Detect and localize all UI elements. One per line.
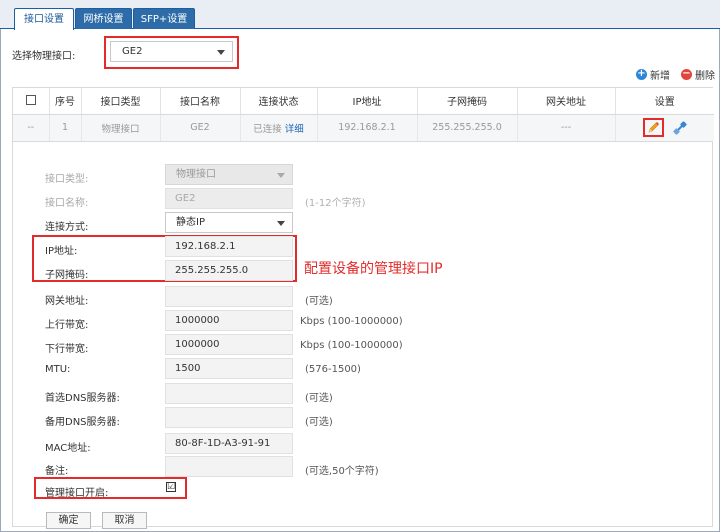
type-select-value: 物理接口	[176, 169, 216, 180]
note-label: 备注:	[45, 466, 69, 477]
port-select-label: 选择物理接口:	[12, 51, 76, 62]
chevron-down-icon	[277, 172, 285, 178]
add-button[interactable]: + 新增	[636, 67, 670, 82]
header-select-all[interactable]	[13, 88, 50, 115]
row-name: GE2	[160, 114, 241, 141]
ip-label: IP地址:	[45, 246, 78, 257]
down-bandwidth-label: 下行带宽:	[45, 344, 89, 355]
row-index: 1	[49, 114, 82, 141]
down-bandwidth-hint: Kbps (100-1000000)	[300, 340, 403, 351]
header-settings: 设置	[615, 88, 714, 115]
cancel-button[interactable]: 取消	[102, 512, 147, 529]
port-select[interactable]: GE2	[110, 41, 233, 62]
detail-link[interactable]: 详细	[285, 124, 304, 135]
chevron-down-icon	[277, 220, 285, 226]
note-hint: (可选,50个字符)	[305, 466, 379, 477]
down-bandwidth-field[interactable]: 1000000	[165, 334, 293, 355]
header-ip: IP地址	[317, 88, 418, 115]
pencil-icon	[648, 122, 659, 133]
tab-interface-settings[interactable]: 接口设置	[14, 8, 74, 30]
connect-icon[interactable]	[673, 121, 687, 135]
add-label: 新增	[650, 71, 670, 82]
mgmt-label: 管理接口开启:	[45, 488, 109, 499]
row-settings	[615, 114, 714, 141]
chevron-down-icon	[217, 49, 225, 55]
mask-field[interactable]: 255.255.255.0	[165, 260, 293, 281]
up-bandwidth-label: 上行带宽:	[45, 320, 89, 331]
name-label: 接口名称:	[45, 198, 89, 209]
row-type: 物理接口	[81, 114, 161, 141]
row-gateway: ---	[517, 114, 616, 141]
row-status-text: 已连接	[253, 123, 282, 135]
gateway-field[interactable]	[165, 286, 293, 307]
mtu-label: MTU:	[45, 364, 71, 375]
row-check: --	[13, 114, 50, 141]
interface-table: 序号 接口类型 接口名称 连接状态 IP地址 子网掩码 网关地址 设置 -- 1…	[12, 87, 714, 142]
name-field: GE2	[165, 188, 293, 209]
plus-icon: +	[636, 68, 647, 80]
edit-button[interactable]	[642, 118, 664, 138]
delete-label: 删除	[695, 71, 715, 82]
mask-label: 子网掩码:	[45, 270, 89, 281]
dns2-field[interactable]	[165, 407, 293, 428]
select-all-checkbox[interactable]	[25, 95, 36, 106]
mac-field[interactable]: 80-8F-1D-A3-91-91	[165, 433, 293, 454]
tab-bridge-settings[interactable]: 网桥设置	[75, 8, 132, 29]
up-bandwidth-field[interactable]: 1000000	[165, 310, 293, 331]
table-row: -- 1 物理接口 GE2 已连接 详细 192.168.2.1 255.255…	[13, 114, 714, 141]
up-bandwidth-hint: Kbps (100-1000000)	[300, 316, 403, 327]
mtu-hint: (576-1500)	[305, 364, 361, 375]
header-mask: 子网掩码	[417, 88, 518, 115]
mgmt-checkbox[interactable]: ☑	[166, 482, 176, 492]
header-type: 接口类型	[81, 88, 161, 115]
dns1-hint: (可选)	[305, 393, 333, 404]
note-field[interactable]	[165, 456, 293, 477]
type-select: 物理接口	[165, 164, 293, 185]
conn-select-value: 静态IP	[176, 217, 205, 228]
tab-bar: 接口设置 网桥设置 SFP+设置	[0, 0, 720, 30]
conn-label: 连接方式:	[45, 222, 89, 233]
dns2-hint: (可选)	[305, 417, 333, 428]
header-status: 连接状态	[240, 88, 318, 115]
annotation-text: 配置设备的管理接口IP	[304, 261, 443, 277]
dns1-label: 首选DNS服务器:	[45, 393, 120, 404]
mtu-field[interactable]: 1500	[165, 358, 293, 379]
tab-sfp-settings[interactable]: SFP+设置	[133, 8, 195, 29]
row-mask: 255.255.255.0	[417, 114, 518, 141]
header-gateway: 网关地址	[517, 88, 616, 115]
ok-button[interactable]: 确定	[46, 512, 91, 529]
mac-label: MAC地址:	[45, 443, 91, 454]
row-ip: 192.168.2.1	[317, 114, 418, 141]
header-name: 接口名称	[160, 88, 241, 115]
ip-field[interactable]: 192.168.2.1	[165, 236, 293, 257]
row-status: 已连接 详细	[240, 114, 318, 141]
header-index: 序号	[49, 88, 82, 115]
conn-select[interactable]: 静态IP	[165, 212, 293, 233]
port-select-value: GE2	[122, 46, 143, 57]
delete-button[interactable]: − 删除	[681, 67, 715, 82]
dns2-label: 备用DNS服务器:	[45, 417, 120, 428]
gateway-label: 网关地址:	[45, 296, 89, 307]
dns1-field[interactable]	[165, 383, 293, 404]
table-header-row: 序号 接口类型 接口名称 连接状态 IP地址 子网掩码 网关地址 设置	[13, 88, 714, 115]
gateway-hint: (可选)	[305, 296, 333, 307]
name-hint: (1-12个字符)	[305, 198, 366, 209]
type-label: 接口类型:	[45, 174, 89, 185]
minus-icon: −	[681, 68, 692, 80]
